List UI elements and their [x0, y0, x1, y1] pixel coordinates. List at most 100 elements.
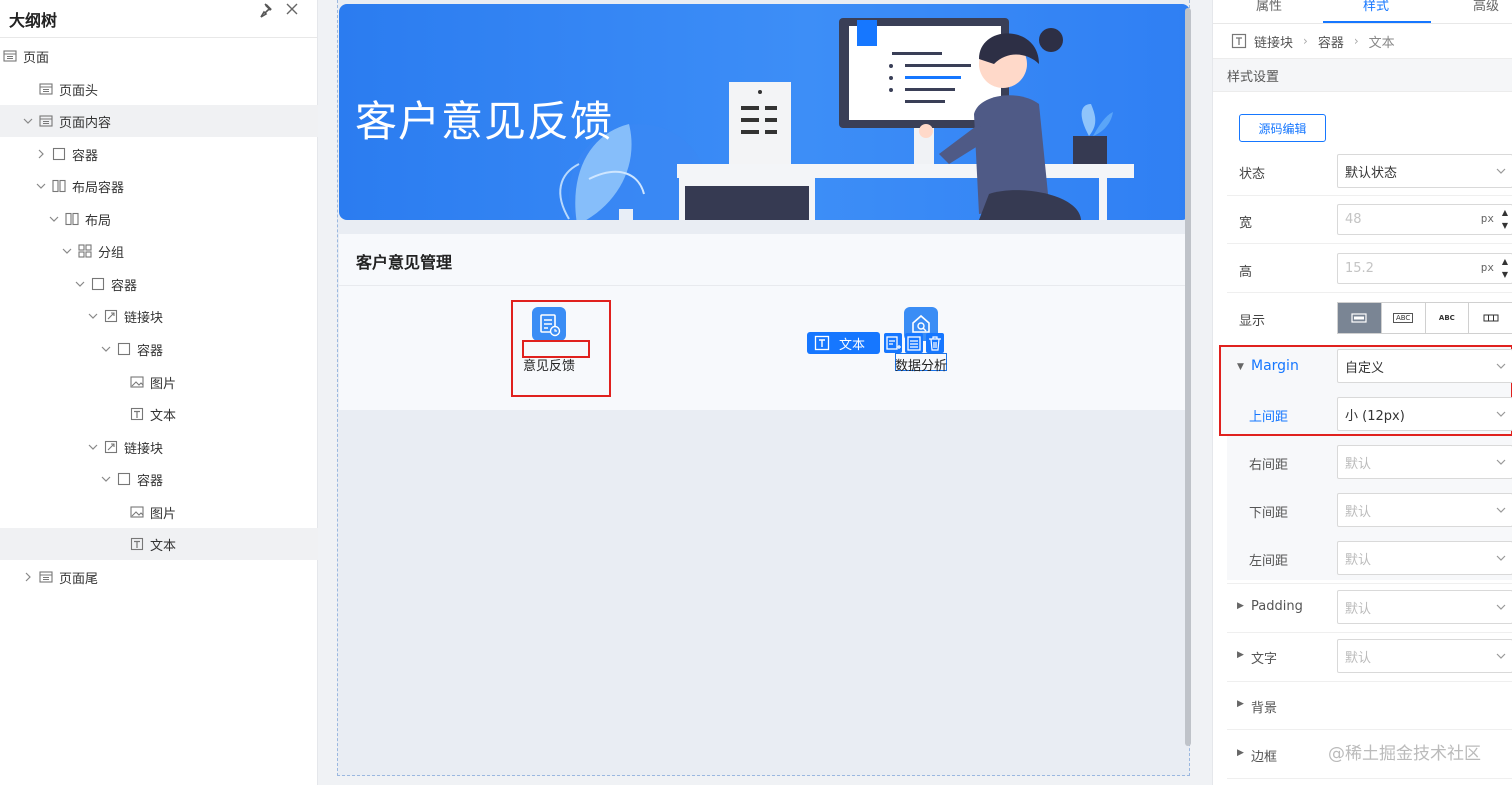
margin-bottom-select-value: 默认 [1345, 504, 1372, 520]
tab-attributes[interactable]: 属性 [1256, 0, 1282, 14]
tile-label-feedback[interactable]: 意见反馈 [523, 355, 575, 374]
divider [1227, 292, 1512, 293]
page-preview[interactable]: 客户意见反馈 客户意见管理 [337, 0, 1190, 776]
container-icon [91, 277, 105, 290]
stepper-up-icon[interactable]: ▲ [1500, 257, 1510, 267]
banner-title: 客户意见反馈 [355, 97, 614, 146]
width-label: 宽 [1239, 216, 1253, 231]
outline-node[interactable]: 分组 [0, 235, 318, 267]
tab-advanced[interactable]: 高级 [1473, 0, 1499, 14]
outline-node[interactable]: 文本 [0, 528, 318, 561]
tab-style[interactable]: 样式 [1363, 0, 1389, 14]
stepper-up-icon[interactable]: ▲ [1500, 208, 1510, 218]
outline-node-label: 容器 [111, 278, 138, 294]
state-select[interactable]: 默认状态 [1337, 154, 1512, 188]
pin-icon[interactable] [258, 2, 276, 20]
caret-right-icon[interactable]: ▶ [1237, 650, 1244, 660]
tile-label-analysis[interactable]: 数据分析 [895, 355, 947, 374]
chevron-down-icon[interactable] [101, 344, 111, 354]
outline-node[interactable]: 页面内容 [0, 105, 318, 138]
padding-label[interactable]: Padding [1251, 599, 1303, 614]
height-label: 高 [1239, 265, 1253, 280]
chevron-down-icon [1496, 459, 1506, 465]
chevron-down-icon [1496, 653, 1506, 659]
watermark: @稀土掘金技术社区 [1328, 744, 1481, 764]
chevron-down-icon[interactable] [88, 311, 98, 321]
panel-header: 客户意见管理 [339, 234, 1190, 286]
breadcrumb-item[interactable]: 容器 [1318, 32, 1344, 51]
chevron-right-icon[interactable] [23, 572, 33, 582]
chevron-down-icon[interactable] [23, 116, 33, 126]
outline-node[interactable]: 链接块 [0, 431, 318, 463]
outline-node[interactable]: 容器 [0, 268, 318, 300]
outline-node[interactable]: 容器 [0, 463, 318, 495]
outline-node[interactable]: 页面头 [0, 73, 318, 105]
caret-right-icon[interactable]: ▶ [1237, 699, 1244, 709]
margin-top-select[interactable]: 小 (12px) [1337, 397, 1512, 431]
link-icon [104, 440, 118, 453]
chevron-down-icon[interactable] [88, 442, 98, 452]
divider [1227, 583, 1512, 584]
banner[interactable]: 客户意见反馈 [339, 4, 1190, 220]
caret-down-icon[interactable]: ▼ [1237, 362, 1244, 372]
breadcrumb-item[interactable]: 链接块 [1254, 32, 1293, 51]
display-inline-button[interactable]: ABC [1426, 303, 1470, 333]
font-select[interactable]: 默认 [1337, 639, 1512, 673]
chevron-down-icon[interactable] [49, 214, 59, 224]
source-edit-button[interactable]: 源码编辑 [1239, 114, 1326, 142]
chevron-down-icon[interactable] [75, 279, 85, 289]
outline-node[interactable]: 页面 [0, 40, 318, 72]
design-canvas[interactable]: 客户意见反馈 客户意见管理 意见反馈 文本 数据分析 [319, 0, 1212, 785]
margin-bottom-select[interactable]: 默认 [1337, 493, 1512, 527]
margin-bottom-label: 下间距 [1249, 506, 1289, 521]
selection-tag[interactable]: 文本 [807, 332, 880, 354]
margin-select[interactable]: 自定义 [1337, 349, 1512, 383]
page-section-icon [39, 82, 53, 95]
outline-node[interactable]: 文本 [0, 398, 318, 430]
caret-right-icon[interactable]: ▶ [1237, 748, 1244, 758]
content-panel[interactable]: 客户意见管理 [339, 234, 1190, 410]
width-input[interactable]: 48 px ▲ ▼ [1337, 204, 1512, 235]
outline-node[interactable]: 图片 [0, 366, 318, 398]
outline-node[interactable]: 布局 [0, 203, 318, 235]
background-label[interactable]: 背景 [1251, 697, 1277, 716]
outline-node-label: 链接块 [124, 311, 164, 327]
style-section-header[interactable]: 样式设置 [1213, 58, 1512, 92]
delete-button[interactable] [926, 333, 944, 353]
stepper-down-icon[interactable]: ▼ [1500, 270, 1510, 280]
divider [1227, 243, 1512, 244]
outline-node[interactable]: 布局容器 [0, 170, 318, 202]
margin-label[interactable]: Margin [1251, 358, 1299, 374]
close-icon[interactable] [284, 1, 300, 17]
chevron-down-icon [1496, 555, 1506, 561]
outline-node[interactable]: 页面尾 [0, 561, 318, 593]
chevron-down-icon [1496, 411, 1506, 417]
display-block-button[interactable] [1338, 303, 1382, 333]
margin-right-select[interactable]: 默认 [1337, 445, 1512, 479]
divider [1227, 681, 1512, 682]
padding-select[interactable]: 默认 [1337, 590, 1512, 624]
outline-node[interactable]: 容器 [0, 138, 318, 170]
display-inline-block-button[interactable]: ABC [1382, 303, 1426, 333]
caret-right-icon[interactable]: ▶ [1237, 601, 1244, 611]
display-flex-button[interactable] [1469, 303, 1512, 333]
outline-node[interactable]: 链接块 [0, 300, 318, 332]
feedback-icon[interactable] [532, 307, 566, 341]
canvas-scrollbar[interactable] [1185, 8, 1191, 746]
copy-button[interactable] [905, 333, 923, 353]
outline-node[interactable]: 图片 [0, 496, 318, 528]
chevron-down-icon[interactable] [62, 246, 72, 256]
divider [1227, 778, 1512, 779]
stepper-down-icon[interactable]: ▼ [1500, 221, 1510, 231]
font-label[interactable]: 文字 [1251, 648, 1277, 667]
display-label: 显示 [1239, 314, 1266, 329]
border-label[interactable]: 边框 [1251, 746, 1277, 765]
height-input[interactable]: 15.2 px ▲ ▼ [1337, 253, 1512, 284]
margin-left-select[interactable]: 默认 [1337, 541, 1512, 575]
chevron-right-icon[interactable] [36, 149, 46, 159]
chevron-down-icon[interactable] [101, 474, 111, 484]
page-icon [3, 50, 17, 62]
add-sibling-button[interactable] [884, 333, 902, 353]
outline-node[interactable]: 容器 [0, 333, 318, 365]
chevron-down-icon[interactable] [36, 181, 46, 191]
